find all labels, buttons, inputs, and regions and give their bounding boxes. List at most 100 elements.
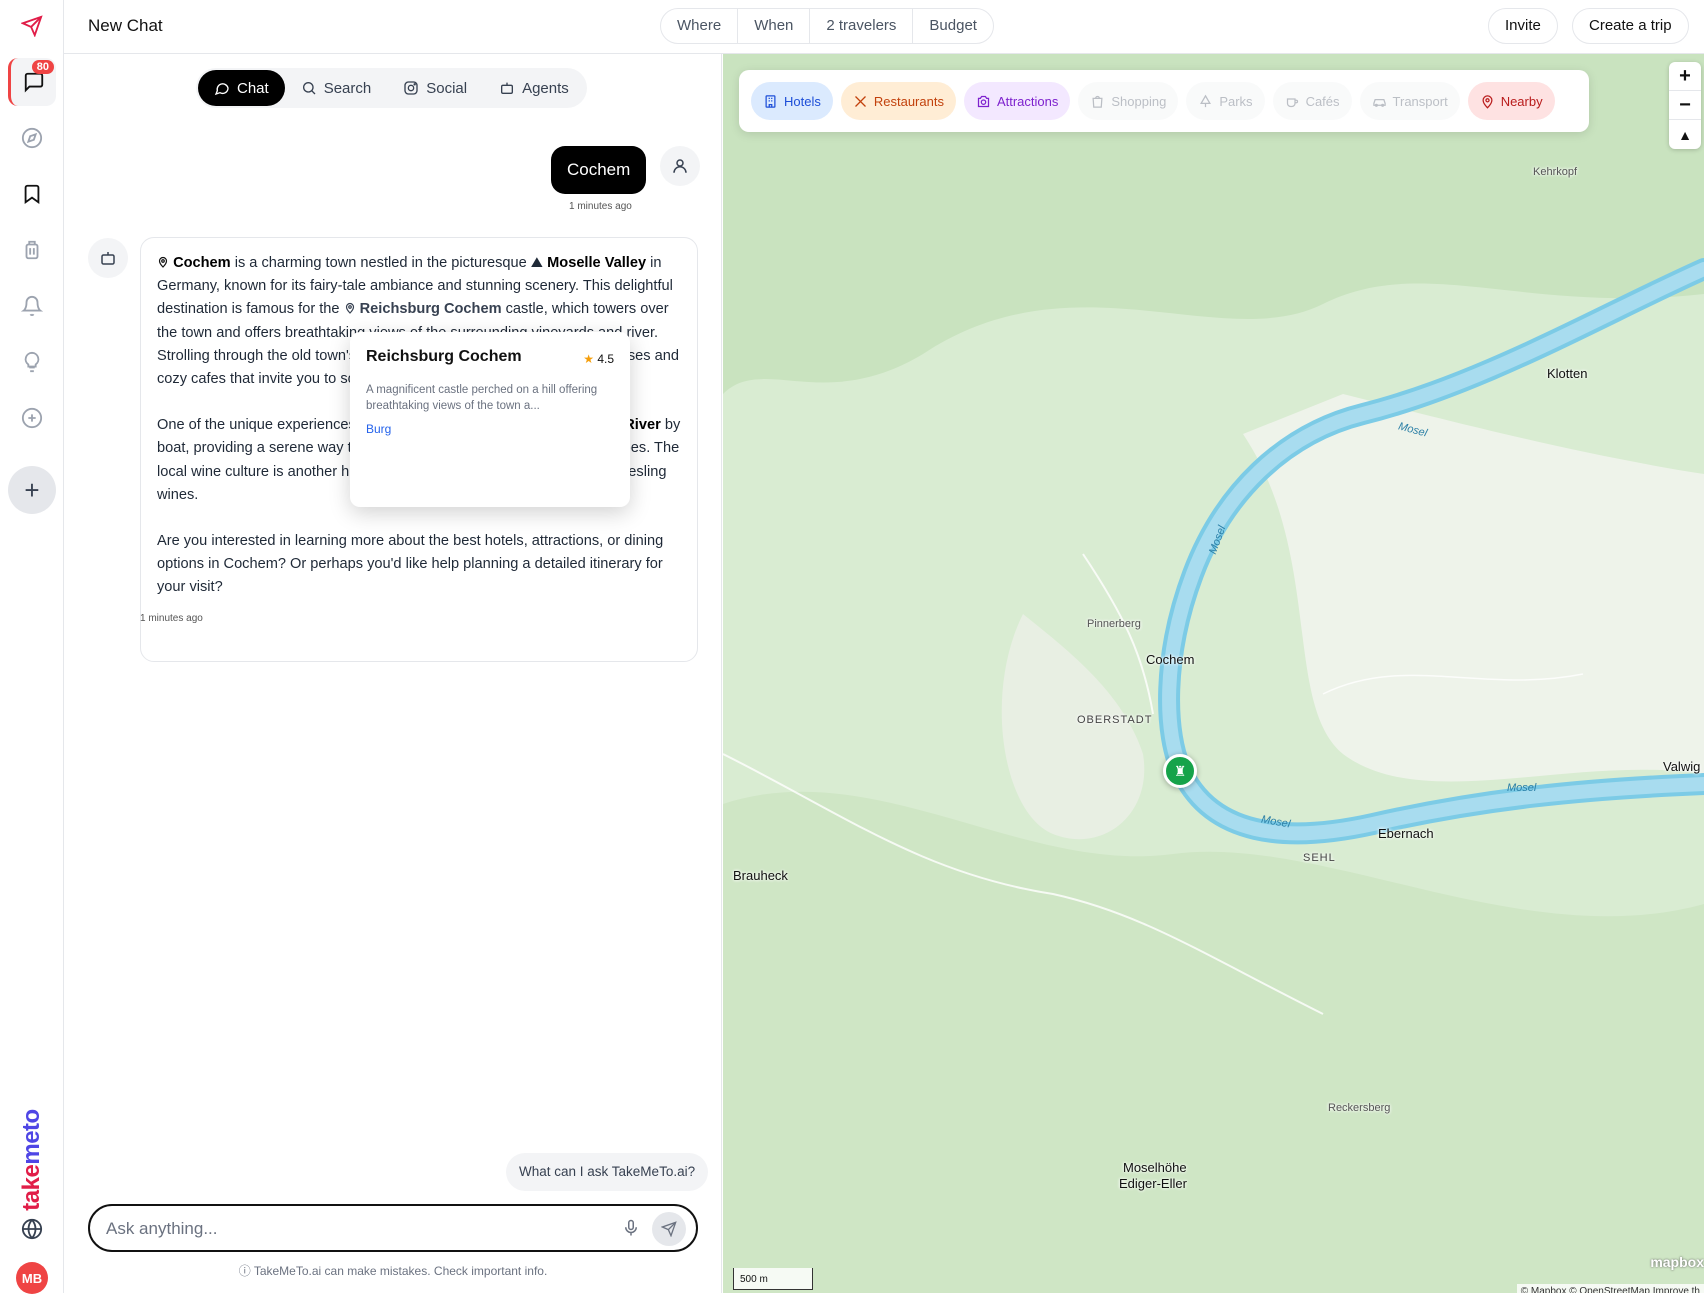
popup-title: Reichsburg Cochem <box>366 348 522 365</box>
tab-social[interactable]: Social <box>387 70 483 106</box>
category-parks[interactable]: Parks <box>1186 82 1265 120</box>
map-label-ediger-eller: Ediger-Eller <box>1119 1176 1187 1191</box>
castle-icon: ♜ <box>1173 762 1187 779</box>
chat-nav-button[interactable]: 80 <box>8 58 56 106</box>
message-paragraph: Are you interested in learning more abou… <box>157 533 664 596</box>
category-transport[interactable]: Transport <box>1359 82 1460 120</box>
tab-agents[interactable]: Agents <box>483 70 585 106</box>
map-label-sehl: SEHL <box>1303 852 1336 864</box>
zoom-out-button[interactable]: − <box>1669 91 1701 120</box>
map-view[interactable]: Hotels Restaurants Attractions Shopping … <box>723 54 1704 1293</box>
car-icon <box>1372 98 1386 107</box>
filter-budget[interactable]: Budget <box>913 9 993 43</box>
compass-reset-button[interactable]: ▲ <box>1669 120 1701 149</box>
map-label-ebernach: Ebernach <box>1378 826 1434 841</box>
microphone-icon[interactable] <box>622 1218 640 1243</box>
mapbox-logo: mapbox <box>1650 1254 1704 1270</box>
map-marker-reichsburg[interactable]: ♜ <box>1163 754 1197 788</box>
filter-where[interactable]: Where <box>661 9 739 43</box>
category-restaurants[interactable]: Restaurants <box>840 82 956 120</box>
chat-input-box <box>88 1204 698 1252</box>
explore-nav-button[interactable] <box>8 114 56 162</box>
plus-icon: + <box>24 474 40 505</box>
category-nearby[interactable]: Nearby <box>1467 82 1555 120</box>
utensils-icon <box>854 95 866 107</box>
send-logo-icon[interactable] <box>8 2 56 50</box>
map-pin-icon <box>345 303 354 315</box>
bookmark-icon <box>24 184 40 205</box>
language-button[interactable] <box>8 1205 56 1253</box>
filter-travelers[interactable]: 2 travelers <box>810 9 914 43</box>
trips-nav-button[interactable] <box>8 226 56 274</box>
map-label-moselhoehe: Moselhöhe <box>1123 1160 1187 1175</box>
new-chat-button[interactable]: + <box>8 466 56 514</box>
tab-label: Agents <box>522 79 569 97</box>
chat-icon <box>24 72 43 93</box>
invite-button[interactable]: Invite <box>1488 8 1558 44</box>
luggage-icon <box>25 240 39 260</box>
map-label-oberstadt: OBERSTADT <box>1077 714 1153 726</box>
tab-search[interactable]: Search <box>285 70 388 106</box>
page-title: New Chat <box>88 16 163 35</box>
user-avatar[interactable]: MB <box>16 1262 48 1294</box>
map-label-klotten: Klotten <box>1547 366 1588 381</box>
map-attribution[interactable]: © Mapbox © OpenStreetMap Improve th <box>1516 1284 1704 1293</box>
top-bar: New Chat Where When 2 travelers Budget I… <box>64 0 1704 54</box>
message-icon <box>214 83 229 96</box>
create-nav-button[interactable] <box>8 394 56 442</box>
chat-panel: Chat Search Social Agents Cochem 1 minut… <box>64 54 722 1293</box>
popup-category-tag: Burg <box>366 422 392 436</box>
zoom-in-button[interactable]: + <box>1669 62 1701 91</box>
map-zoom-controls: + − ▲ <box>1669 62 1701 149</box>
place-link-reichsburg[interactable]: Reichsburg Cochem <box>360 301 502 317</box>
globe-icon <box>21 1218 43 1240</box>
category-shopping[interactable]: Shopping <box>1078 82 1179 120</box>
place-popup[interactable]: Reichsburg Cochem ★ 4.5 A magnificent ca… <box>350 332 630 507</box>
tab-label: Search <box>323 79 372 97</box>
map-label-brauheck: Brauheck <box>733 868 788 883</box>
create-trip-button[interactable]: Create a trip <box>1572 8 1689 44</box>
map-pin-icon <box>158 256 168 268</box>
tab-label: Social <box>426 79 468 97</box>
camera-icon <box>977 95 990 107</box>
tab-chat[interactable]: Chat <box>198 70 285 106</box>
bot-avatar-icon <box>88 238 128 278</box>
category-bar: Hotels Restaurants Attractions Shopping … <box>739 70 1589 132</box>
user-message: Cochem <box>551 146 647 194</box>
map-label-cochem: Cochem <box>1146 652 1195 667</box>
place-link-cochem[interactable]: Cochem <box>173 255 231 271</box>
info-icon: ⓘ <box>238 1264 254 1278</box>
left-rail: 80 + takemeto MB <box>0 0 64 1294</box>
chat-input[interactable] <box>106 1214 586 1244</box>
ideas-nav-button[interactable] <box>8 338 56 386</box>
instagram-icon <box>404 81 418 95</box>
saved-nav-button[interactable] <box>8 170 56 218</box>
send-button[interactable] <box>652 1212 686 1246</box>
robot-icon <box>501 82 514 94</box>
assistant-message-time: 1 minutes ago <box>140 613 203 624</box>
bell-icon <box>21 296 43 317</box>
popup-description: A magnificent castle perched on a hill o… <box>366 384 598 412</box>
category-attractions[interactable]: Attractions <box>963 82 1071 120</box>
plus-circle-icon <box>21 407 43 429</box>
category-hotels[interactable]: Hotels <box>751 82 833 120</box>
compass-icon <box>21 127 43 149</box>
cup-icon <box>1286 97 1298 107</box>
user-message-time: 1 minutes ago <box>569 201 632 212</box>
chat-tabs: Chat Search Social Agents <box>196 68 587 108</box>
category-cafes[interactable]: Cafés <box>1272 82 1352 120</box>
map-label-kehrkopf: Kehrkopf <box>1533 166 1578 178</box>
suggestion-chip[interactable]: What can I ask TakeMeTo.ai? <box>506 1153 709 1191</box>
lightbulb-icon <box>24 351 40 373</box>
tree-icon <box>1200 94 1212 107</box>
mountain-icon: ⛰ <box>530 255 548 271</box>
trip-filters: Where When 2 travelers Budget <box>660 8 994 44</box>
notifications-nav-button[interactable] <box>8 282 56 330</box>
filter-when[interactable]: When <box>738 9 811 43</box>
bag-icon <box>1092 95 1103 108</box>
map-label-pinnerberg: Pinnerberg <box>1087 618 1141 630</box>
user-avatar-icon <box>660 146 700 186</box>
place-link-moselle-valley[interactable]: Moselle Valley <box>547 255 646 271</box>
map-label-reckersberg: Reckersberg <box>1328 1102 1391 1114</box>
chat-badge: 80 <box>31 60 54 74</box>
